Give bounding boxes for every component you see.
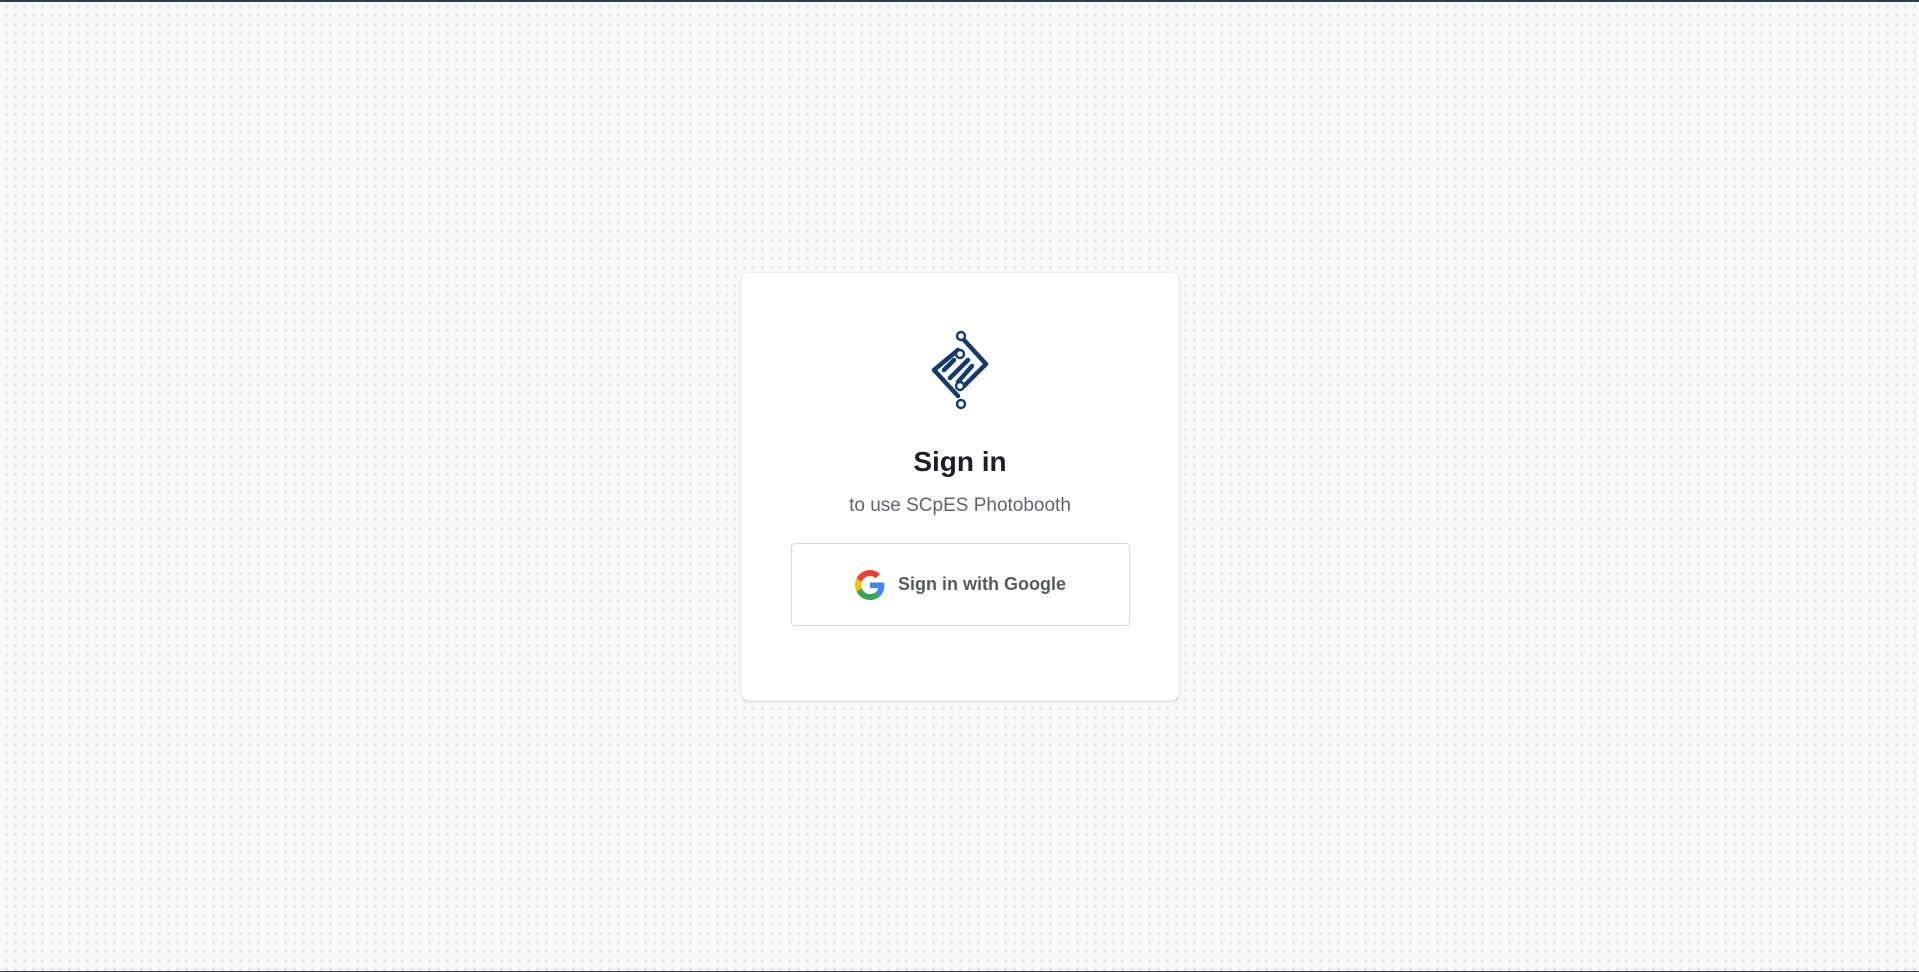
window-top-border bbox=[0, 0, 1919, 2]
sign-in-with-google-button[interactable]: Sign in with Google bbox=[791, 543, 1130, 626]
page-subtitle: to use SCpES Photobooth bbox=[849, 495, 1071, 516]
google-icon bbox=[855, 569, 885, 600]
sign-in-card: Sign in to use SCpES Photobooth Sign in … bbox=[741, 272, 1179, 701]
google-button-label: Sign in with Google bbox=[898, 574, 1066, 594]
page-title: Sign in bbox=[913, 446, 1007, 477]
scpes-logo-icon bbox=[931, 330, 989, 410]
